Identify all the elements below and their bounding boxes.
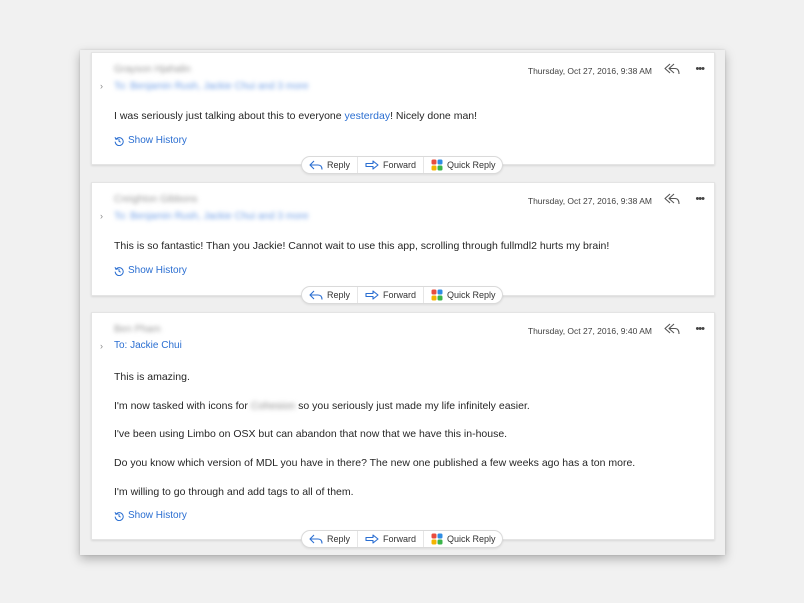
message-card: Creighton Gibbons › To: Benjamin Rush, J… xyxy=(91,182,715,296)
recipients-line[interactable]: To: Benjamin Rush, Jackie Chui and 3 mor… xyxy=(114,81,309,92)
chevron-right-icon[interactable]: › xyxy=(100,81,110,91)
body-text: I was seriously just talking about this … xyxy=(114,110,345,122)
show-history-link[interactable]: Show History xyxy=(114,135,187,146)
redacted-word: Cohesion xyxy=(250,400,296,412)
body-link[interactable]: yesterday xyxy=(345,110,391,122)
reply-button[interactable]: Reply xyxy=(302,287,357,303)
forward-button[interactable]: Forward xyxy=(357,287,423,303)
show-history-link[interactable]: Show History xyxy=(114,510,187,521)
quick-reply-label: Quick Reply xyxy=(447,290,496,300)
message-card: Ben Pham › To: Jackie Chui Thursday, Oct… xyxy=(91,312,715,540)
message-action-bar: Reply Forward Quick Reply xyxy=(301,156,503,174)
message-action-bar: Reply Forward Quick Reply xyxy=(301,530,503,548)
forward-button[interactable]: Forward xyxy=(357,531,423,547)
show-history-label: Show History xyxy=(128,510,187,521)
quick-reply-icon xyxy=(431,533,443,545)
show-history-label: Show History xyxy=(128,265,187,276)
timestamp: Thursday, Oct 27, 2016, 9:38 AM xyxy=(527,66,652,76)
quick-reply-label: Quick Reply xyxy=(447,534,496,544)
more-icon[interactable]: ••• xyxy=(695,194,705,205)
more-icon[interactable]: ••• xyxy=(695,64,705,75)
chevron-right-icon[interactable]: › xyxy=(100,211,110,221)
forward-icon xyxy=(365,160,379,170)
body-paragraph: I've been using Limbo on OSX but can aba… xyxy=(114,428,508,440)
body-text: I'm now tasked with icons for xyxy=(114,400,251,412)
history-icon xyxy=(114,266,124,276)
history-icon xyxy=(114,136,124,146)
reply-button[interactable]: Reply xyxy=(302,157,357,173)
body-paragraph: Do you know which version of MDL you hav… xyxy=(114,457,636,469)
timestamp: Thursday, Oct 27, 2016, 9:38 AM xyxy=(527,196,652,206)
forward-label: Forward xyxy=(383,160,417,170)
message-body: I was seriously just talking about this … xyxy=(114,110,477,122)
quick-reply-icon xyxy=(431,159,443,171)
message-card: Grayson Hjahalin › To: Benjamin Rush, Ja… xyxy=(91,52,715,165)
quick-reply-label: Quick Reply xyxy=(447,160,496,170)
sender-name: Creighton Gibbons xyxy=(114,194,198,205)
reply-label: Reply xyxy=(327,534,351,544)
show-history-label: Show History xyxy=(128,135,187,146)
reply-button[interactable]: Reply xyxy=(302,531,357,547)
sender-name: Ben Pham xyxy=(114,324,161,335)
body-paragraph: I'm now tasked with icons for Cohesion s… xyxy=(114,400,530,412)
message-action-bar: Reply Forward Quick Reply xyxy=(301,286,503,304)
reply-label: Reply xyxy=(327,160,351,170)
more-icon[interactable]: ••• xyxy=(695,324,705,335)
reply-all-icon[interactable] xyxy=(664,323,680,335)
forward-label: Forward xyxy=(383,534,417,544)
forward-icon xyxy=(365,290,379,300)
quick-reply-icon xyxy=(431,289,443,301)
chevron-right-icon[interactable]: › xyxy=(100,341,110,351)
forward-icon xyxy=(365,534,379,544)
body-paragraph: I'm willing to go through and add tags t… xyxy=(114,486,354,498)
message-body: This is so fantastic! Than you Jackie! C… xyxy=(114,240,610,252)
body-text: so you seriously just made my life infin… xyxy=(295,400,530,412)
recipients-line[interactable]: To: Benjamin Rush, Jackie Chui and 3 mor… xyxy=(114,211,309,222)
body-text: ! Nicely done man! xyxy=(390,110,478,122)
recipients-line[interactable]: To: Jackie Chui xyxy=(114,340,182,351)
reply-all-icon[interactable] xyxy=(664,193,680,205)
body-paragraph: This is amazing. xyxy=(114,371,190,383)
timestamp: Thursday, Oct 27, 2016, 9:40 AM xyxy=(527,326,652,336)
quick-reply-button[interactable]: Quick Reply xyxy=(423,287,503,303)
quick-reply-button[interactable]: Quick Reply xyxy=(423,531,503,547)
forward-button[interactable]: Forward xyxy=(357,157,423,173)
reply-icon xyxy=(309,534,323,544)
sender-name: Grayson Hjahalin xyxy=(114,64,191,75)
reply-label: Reply xyxy=(327,290,351,300)
conversation-pane: Grayson Hjahalin › To: Benjamin Rush, Ja… xyxy=(80,50,725,555)
reply-icon xyxy=(309,290,323,300)
history-icon xyxy=(114,511,124,521)
forward-label: Forward xyxy=(383,290,417,300)
quick-reply-button[interactable]: Quick Reply xyxy=(423,157,503,173)
reply-all-icon[interactable] xyxy=(664,63,680,75)
reply-icon xyxy=(309,160,323,170)
show-history-link[interactable]: Show History xyxy=(114,265,187,276)
